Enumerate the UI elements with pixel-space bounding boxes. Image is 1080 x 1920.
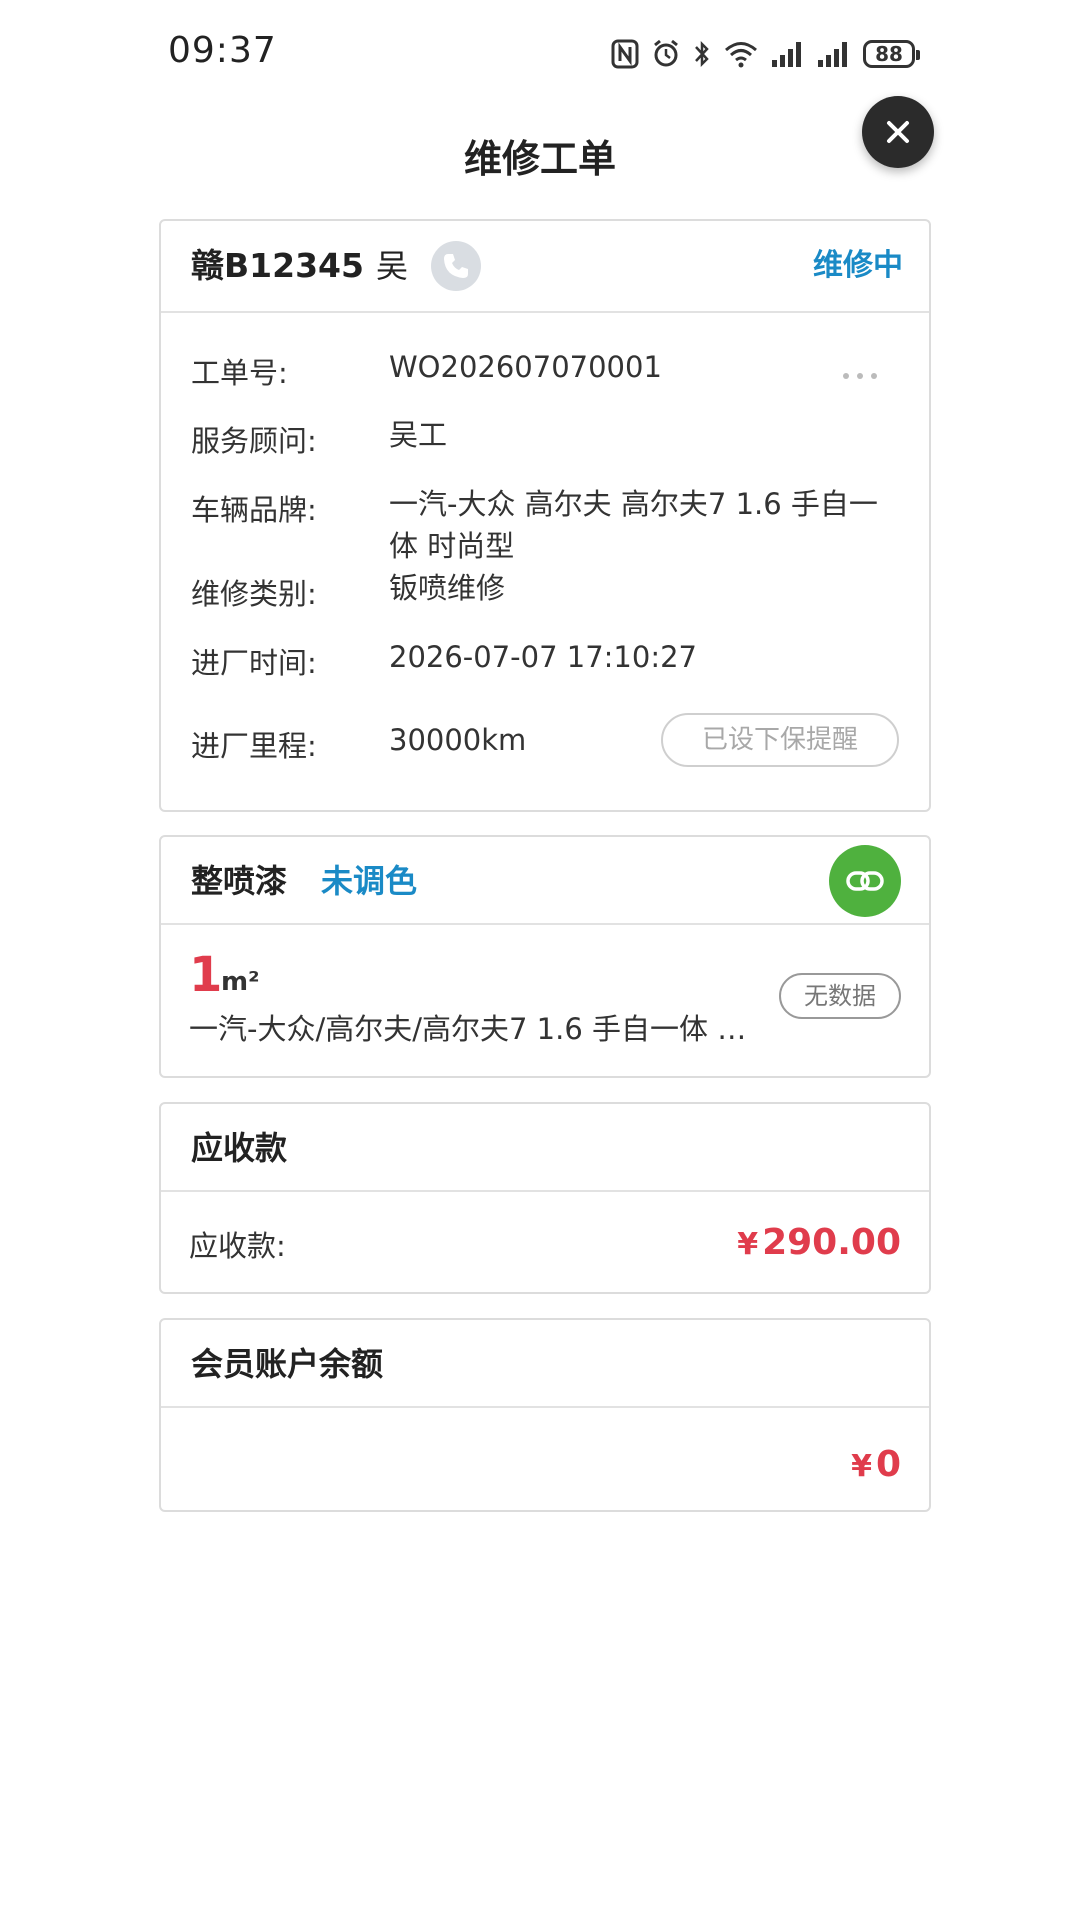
balance-title: 会员账户余额 bbox=[191, 1345, 384, 1383]
field-label-category: 维修类别: bbox=[191, 577, 317, 611]
receivable-card: 应收款 应收款: ¥290.00 bbox=[159, 1102, 931, 1294]
wifi-icon bbox=[723, 39, 759, 69]
license-plate: 赣B12345 bbox=[191, 246, 364, 285]
paint-quantity: 1 bbox=[189, 947, 223, 1003]
status-time: 09:37 bbox=[168, 30, 277, 71]
color-status-tag: 未调色 bbox=[321, 862, 418, 900]
currency-symbol: ¥ bbox=[737, 1227, 759, 1262]
receivable-label: 应收款: bbox=[189, 1229, 286, 1263]
balance-value: 0 bbox=[875, 1444, 901, 1485]
owner-name: 吴 bbox=[376, 247, 409, 285]
field-value-order-no: WO202607070001 bbox=[389, 350, 662, 384]
order-card: 赣B12345 吴 维修中 工单号: WO202607070001 服务顾问: … bbox=[159, 219, 931, 812]
signal-icon bbox=[817, 40, 851, 68]
order-card-header: 赣B12345 吴 维修中 bbox=[161, 221, 929, 313]
status-icons: 88 bbox=[611, 34, 920, 74]
maintenance-reminder-button[interactable]: 已设下保提醒 bbox=[661, 713, 899, 767]
field-label-brand: 车辆品牌: bbox=[191, 493, 317, 527]
field-value-category: 钣喷维修 bbox=[389, 571, 506, 605]
alarm-icon bbox=[651, 39, 681, 69]
field-value-mileage: 30000km bbox=[389, 723, 527, 757]
battery-indicator: 88 bbox=[863, 40, 920, 68]
no-data-badge[interactable]: 无数据 bbox=[779, 973, 901, 1019]
receivable-card-header: 应收款 bbox=[161, 1104, 929, 1192]
balance-amount: ¥0 bbox=[851, 1444, 901, 1485]
phone-button[interactable] bbox=[431, 241, 481, 291]
bluetooth-icon bbox=[693, 39, 711, 69]
phone-icon bbox=[444, 254, 468, 278]
nfc-icon bbox=[611, 39, 639, 69]
field-label-order-no: 工单号: bbox=[191, 356, 288, 390]
paint-card: 整喷漆 未调色 1 m² 一汽-大众/高尔夫/高尔夫7 1.6 手自一体 时尚型… bbox=[159, 835, 931, 1078]
currency-symbol: ¥ bbox=[851, 1449, 872, 1484]
receivable-title: 应收款 bbox=[191, 1129, 288, 1167]
field-value-brand: 一汽-大众 高尔夫 高尔夫7 1.6 手自一体 时尚型 bbox=[389, 487, 878, 563]
paint-vehicle: 一汽-大众/高尔夫/高尔夫7 1.6 手自一体 时尚型 bbox=[189, 1012, 749, 1046]
balance-card: 会员账户余额 ¥0 bbox=[159, 1318, 931, 1512]
link-icon bbox=[846, 871, 884, 891]
close-button[interactable] bbox=[862, 96, 934, 168]
paint-card-header: 整喷漆 未调色 bbox=[161, 837, 929, 925]
field-value-entry-time: 2026-07-07 17:10:27 bbox=[389, 640, 697, 674]
close-icon bbox=[887, 121, 909, 143]
link-button[interactable] bbox=[829, 845, 901, 917]
signal-icon bbox=[771, 40, 805, 68]
paint-unit: m² bbox=[221, 967, 260, 997]
receivable-value: 290.00 bbox=[762, 1222, 901, 1263]
balance-card-header: 会员账户余额 bbox=[161, 1320, 929, 1408]
paint-title: 整喷漆 bbox=[191, 862, 288, 900]
status-bar: 09:37 88 bbox=[0, 0, 1080, 100]
field-value-advisor: 吴工 bbox=[389, 418, 448, 452]
field-label-advisor: 服务顾问: bbox=[191, 424, 317, 458]
field-label-entry-time: 进厂时间: bbox=[191, 646, 317, 680]
status-badge: 维修中 bbox=[813, 248, 903, 283]
receivable-amount: ¥290.00 bbox=[737, 1222, 901, 1263]
field-label-mileage: 进厂里程: bbox=[191, 729, 317, 763]
